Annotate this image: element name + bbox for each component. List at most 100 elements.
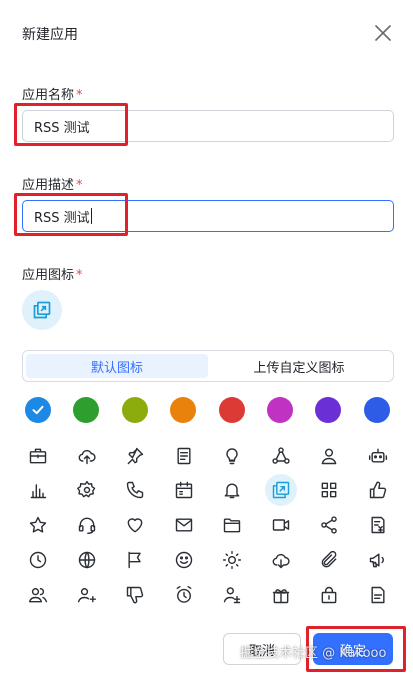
icon-option[interactable] [119,440,151,472]
smile-icon [175,551,193,569]
color-swatch[interactable] [267,397,293,423]
icon-option[interactable] [265,544,297,576]
icon-option[interactable] [216,474,248,506]
icon-option[interactable] [71,509,103,541]
required-mark: * [76,178,83,193]
icon-option[interactable] [216,544,248,576]
globe-icon [78,551,96,569]
icon-option[interactable] [71,544,103,576]
check-icon [32,405,44,415]
cloud-upload-icon [78,449,96,465]
icon-option[interactable] [216,509,248,541]
text-caret [90,208,92,224]
app-desc-label: 应用描述 * [22,174,83,193]
alarm-icon [176,585,192,603]
app-window-icon [272,481,290,499]
users-icon [28,588,48,603]
app-desc-input[interactable]: RSS 测试 [22,200,394,232]
icon-option[interactable] [362,474,394,506]
app-icon-label: 应用图标 * [22,264,83,283]
icon-option[interactable] [216,579,248,611]
mail-icon [175,518,193,532]
paperclip-icon [321,550,337,568]
color-swatch[interactable] [25,397,51,423]
app-name-label-text: 应用名称 [22,88,75,103]
lock-bag-icon [321,586,337,604]
flag-icon [128,551,141,569]
icon-option[interactable] [265,509,297,541]
color-swatch[interactable] [121,397,148,423]
icon-option[interactable] [362,579,394,611]
icon-option[interactable] [168,579,200,611]
add-user-icon [77,588,97,603]
color-swatch[interactable] [363,397,390,423]
tab-upload-custom-icon[interactable]: 上传自定义图标 [208,354,390,378]
calendar-icon [175,481,193,499]
icon-option[interactable] [313,509,345,541]
icon-option[interactable] [119,544,151,576]
required-mark: * [76,88,83,103]
icon-option[interactable] [362,544,394,576]
required-mark: * [76,268,83,283]
invoice-icon [371,516,385,534]
video-icon [272,519,290,531]
icon-option[interactable] [119,509,151,541]
icon-option[interactable] [265,474,297,506]
grid-icon [321,482,337,498]
icon-option[interactable] [313,440,345,472]
thumbs-down-icon [126,586,144,604]
phone-icon [126,481,144,499]
new-app-dialog: 新建应用 应用名称 * RSS 测试 应用描述 * RSS 测试 应用图标 * 默认图… [0,0,413,675]
tab-default-icons[interactable]: 默认图标 [26,354,208,378]
color-swatch[interactable] [315,397,342,423]
gift-icon [272,589,290,604]
icon-option[interactable] [71,474,103,506]
icon-option[interactable] [362,440,394,472]
icon-option[interactable] [265,579,297,611]
color-swatch[interactable] [218,397,245,423]
icon-option[interactable] [22,579,54,611]
icon-option[interactable] [168,544,200,576]
bar-chart-icon [30,484,47,499]
icon-option[interactable] [265,440,297,472]
cluster-icon [272,447,290,464]
icon-option[interactable] [313,474,345,506]
icon-option[interactable] [168,440,200,472]
bell-icon [224,483,240,499]
icon-option[interactable] [119,474,151,506]
user-icon [321,448,337,465]
icon-option[interactable] [168,474,200,506]
notes-icon [371,586,385,604]
icon-option[interactable] [71,579,103,611]
thumbs-up-icon [369,481,387,499]
star-icon [29,516,47,533]
color-swatch[interactable] [170,397,197,423]
icon-option[interactable] [119,579,151,611]
icon-option[interactable] [168,509,200,541]
confirm-button[interactable]: 确定 [313,633,393,665]
app-name-label: 应用名称 * [22,84,83,103]
lightbulb-icon [226,448,238,465]
share-icon [321,516,337,534]
icon-option[interactable] [71,440,103,472]
icon-option[interactable] [313,579,345,611]
icon-option[interactable] [22,509,54,541]
close-icon[interactable] [372,22,394,44]
app-window-icon [33,301,51,319]
app-icon-label-text: 应用图标 [22,268,75,283]
heart-icon [127,518,143,533]
color-swatch[interactable] [73,397,100,423]
cloud-download-icon [272,553,290,569]
icon-option[interactable] [216,440,248,472]
app-name-input[interactable]: RSS 测试 [22,110,394,142]
icon-option[interactable] [362,509,394,541]
icon-option[interactable] [22,440,54,472]
icon-option[interactable] [22,474,54,506]
app-name-value: RSS 测试 [34,120,90,136]
pin-icon [127,447,144,465]
headset-icon [78,517,96,535]
settings-icon [77,480,96,498]
cancel-button[interactable]: 取消 [223,633,301,665]
icon-option[interactable] [313,544,345,576]
icon-option[interactable] [22,544,54,576]
